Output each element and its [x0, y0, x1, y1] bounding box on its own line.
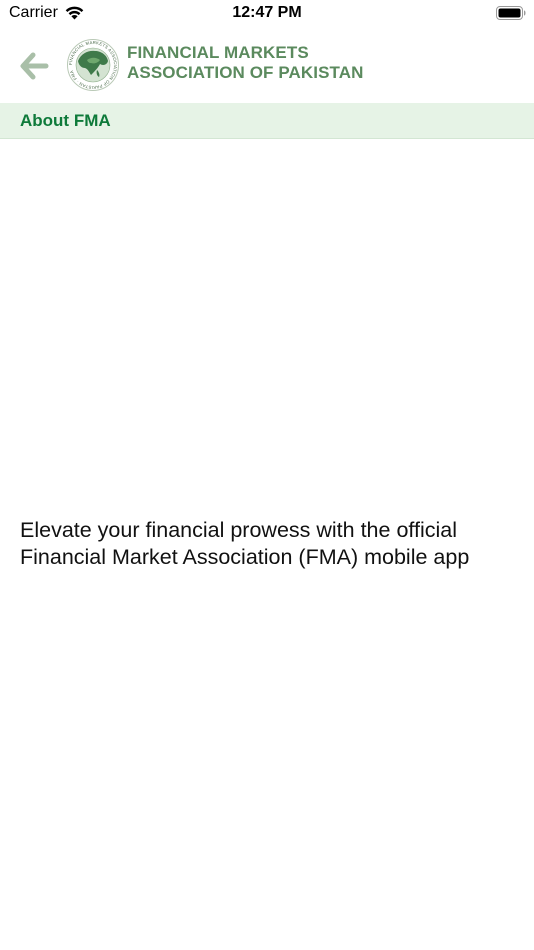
- arrow-left-icon: [20, 52, 49, 80]
- app-header: FINANCIAL MARKETS ASSOCIATION OF PAKISTA…: [0, 30, 534, 102]
- org-name-line-1: FINANCIAL MARKETS: [127, 43, 309, 62]
- org-name-line-2: ASSOCIATION OF PAKISTAN: [127, 63, 364, 82]
- section-title: About FMA: [20, 111, 111, 130]
- org-name: FINANCIAL MARKETS ASSOCIATION OF PAKISTA…: [127, 43, 364, 83]
- status-bar: Carrier 12:47 PM: [0, 0, 534, 28]
- clock: 12:47 PM: [232, 4, 302, 21]
- fma-logo: FINANCIAL MARKETS ASSOCIATION OF PAKISTA…: [67, 39, 119, 91]
- battery-icon: [496, 6, 526, 20]
- back-button[interactable]: [14, 46, 54, 86]
- section-header: About FMA: [0, 103, 534, 139]
- about-tagline: Elevate your financial prowess with the …: [20, 518, 470, 569]
